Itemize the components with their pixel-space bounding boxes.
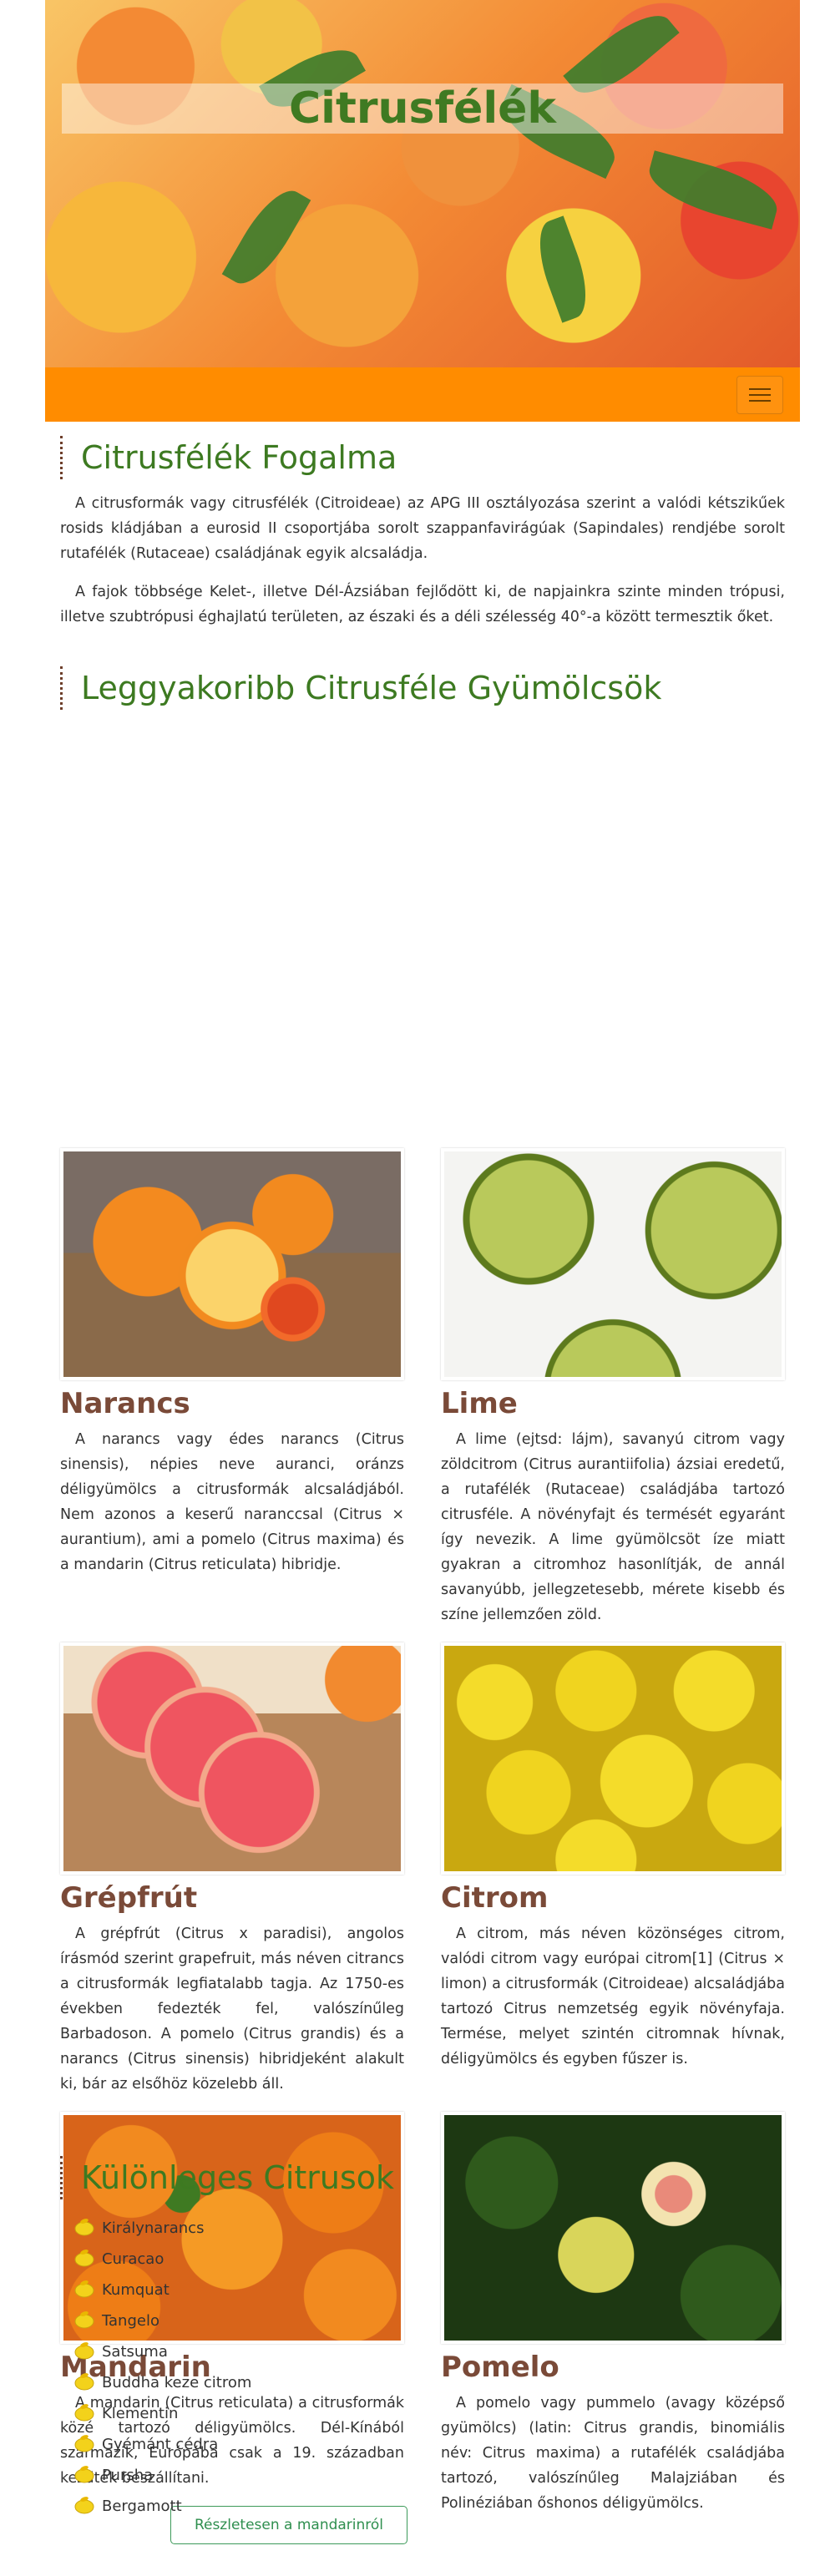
section-title: Leggyakoribb Citrusféle Gyümölcsök — [60, 666, 800, 710]
hamburger-icon — [749, 400, 771, 402]
fruit-name: Lime — [441, 1387, 518, 1420]
hamburger-icon — [749, 394, 771, 396]
lemon-icon — [74, 2373, 94, 2391]
list-item: Tangelo — [73, 2305, 251, 2336]
special-citrus-list: Királynarancs Curacao Kumquat Tangelo Satsum… — [73, 2213, 251, 2522]
section-title: Különleges Citrusok — [60, 2156, 800, 2199]
special-citrus-name: Tangelo — [102, 2312, 159, 2330]
list-item: Bergamott — [73, 2491, 251, 2522]
intro-paragraph: A fajok többsége Kelet-, illetve Dél-Ázs… — [60, 584, 785, 625]
fruit-name: Pomelo — [441, 2351, 559, 2384]
lemon-icon — [74, 2497, 94, 2514]
lemon-icon — [74, 2280, 94, 2298]
narancs-image — [60, 1148, 404, 1380]
citrom-image — [441, 1642, 785, 1875]
special-citrus-name: Satsuma — [102, 2343, 168, 2361]
special-citrus-name: Bergamott — [102, 2498, 182, 2515]
hero-banner: Citrusfélék — [45, 0, 800, 367]
fruit-card-lime: Lime A lime (ejtsd: lájm), savanyú citro… — [441, 1148, 785, 1627]
fruit-card-citrom: Citrom A citrom, más néven közönséges ci… — [441, 1642, 785, 2072]
fruit-description: A lime (ejtsd: lájm), savanyú citrom vag… — [441, 1431, 785, 1623]
fruit-description: A grépfrút (Citrus x paradisi), angolos … — [60, 1926, 404, 2093]
list-item: Buddha keze citrom — [73, 2367, 251, 2398]
page-title: Citrusfélék — [288, 84, 557, 134]
leaf-decoration — [221, 180, 311, 295]
fruit-description: A narancs vagy édes narancs (Citrus sine… — [60, 1431, 404, 1573]
special-section: Különleges Citrusok — [45, 2156, 800, 2199]
list-item: Kumquat — [73, 2275, 251, 2305]
navbar — [45, 367, 800, 422]
leaf-decoration — [642, 150, 784, 230]
lemon-icon — [74, 2435, 94, 2452]
lemon-icon — [74, 2404, 94, 2422]
intro-section: Citrusfélék Fogalma A citrusformák vagy … — [45, 436, 800, 630]
lemon-icon — [74, 2342, 94, 2360]
special-citrus-name: Királynarancs — [102, 2219, 205, 2237]
lemon-icon — [74, 2311, 94, 2329]
special-citrus-name: Pursha — [102, 2467, 154, 2484]
fruit-name: Citrom — [441, 1881, 549, 1915]
pomelo-image — [441, 2112, 785, 2344]
special-citrus-name: Klementin — [102, 2405, 179, 2422]
fruit-description: A citrom, más néven közönséges citrom, v… — [441, 1926, 785, 2067]
lime-image — [441, 1148, 785, 1380]
list-item: Gyémánt cédra — [73, 2429, 251, 2460]
lemon-icon — [74, 2466, 94, 2483]
lemon-icon — [74, 2250, 94, 2267]
lemon-icon — [74, 2219, 94, 2236]
fruit-name: Grépfrút — [60, 1881, 198, 1915]
fruit-description: A pomelo vagy pummelo (avagy középső gyü… — [441, 2395, 785, 2512]
list-item: Satsuma — [73, 2336, 251, 2367]
fruit-card-grepfrut: Grépfrút A grépfrút (Citrus x paradisi),… — [60, 1642, 404, 2097]
grepfrut-image — [60, 1642, 404, 1875]
fruit-name: Narancs — [60, 1387, 190, 1420]
section-title: Citrusfélék Fogalma — [60, 436, 800, 479]
list-item: Klementin — [73, 2398, 251, 2429]
leaf-decoration — [528, 215, 598, 323]
special-citrus-name: Kumquat — [102, 2281, 170, 2299]
fruit-card-narancs: Narancs A narancs vagy édes narancs (Cit… — [60, 1148, 404, 1577]
special-citrus-name: Curacao — [102, 2250, 164, 2268]
hamburger-icon — [749, 388, 771, 390]
list-item: Curacao — [73, 2244, 251, 2275]
menu-toggle-button[interactable] — [736, 376, 783, 414]
fruits-section: Leggyakoribb Citrusféle Gyümölcsök — [45, 666, 800, 710]
list-item: Királynarancs — [73, 2213, 251, 2244]
intro-paragraph: A citrusformák vagy citrusfélék (Citroid… — [60, 495, 785, 562]
list-item: Pursha — [73, 2460, 251, 2491]
page-container: Citrusfélék Citrusfélék Fogalma A citrus… — [45, 0, 800, 2544]
special-citrus-name: Buddha keze citrom — [102, 2374, 252, 2391]
special-citrus-name: Gyémánt cédra — [102, 2436, 219, 2453]
